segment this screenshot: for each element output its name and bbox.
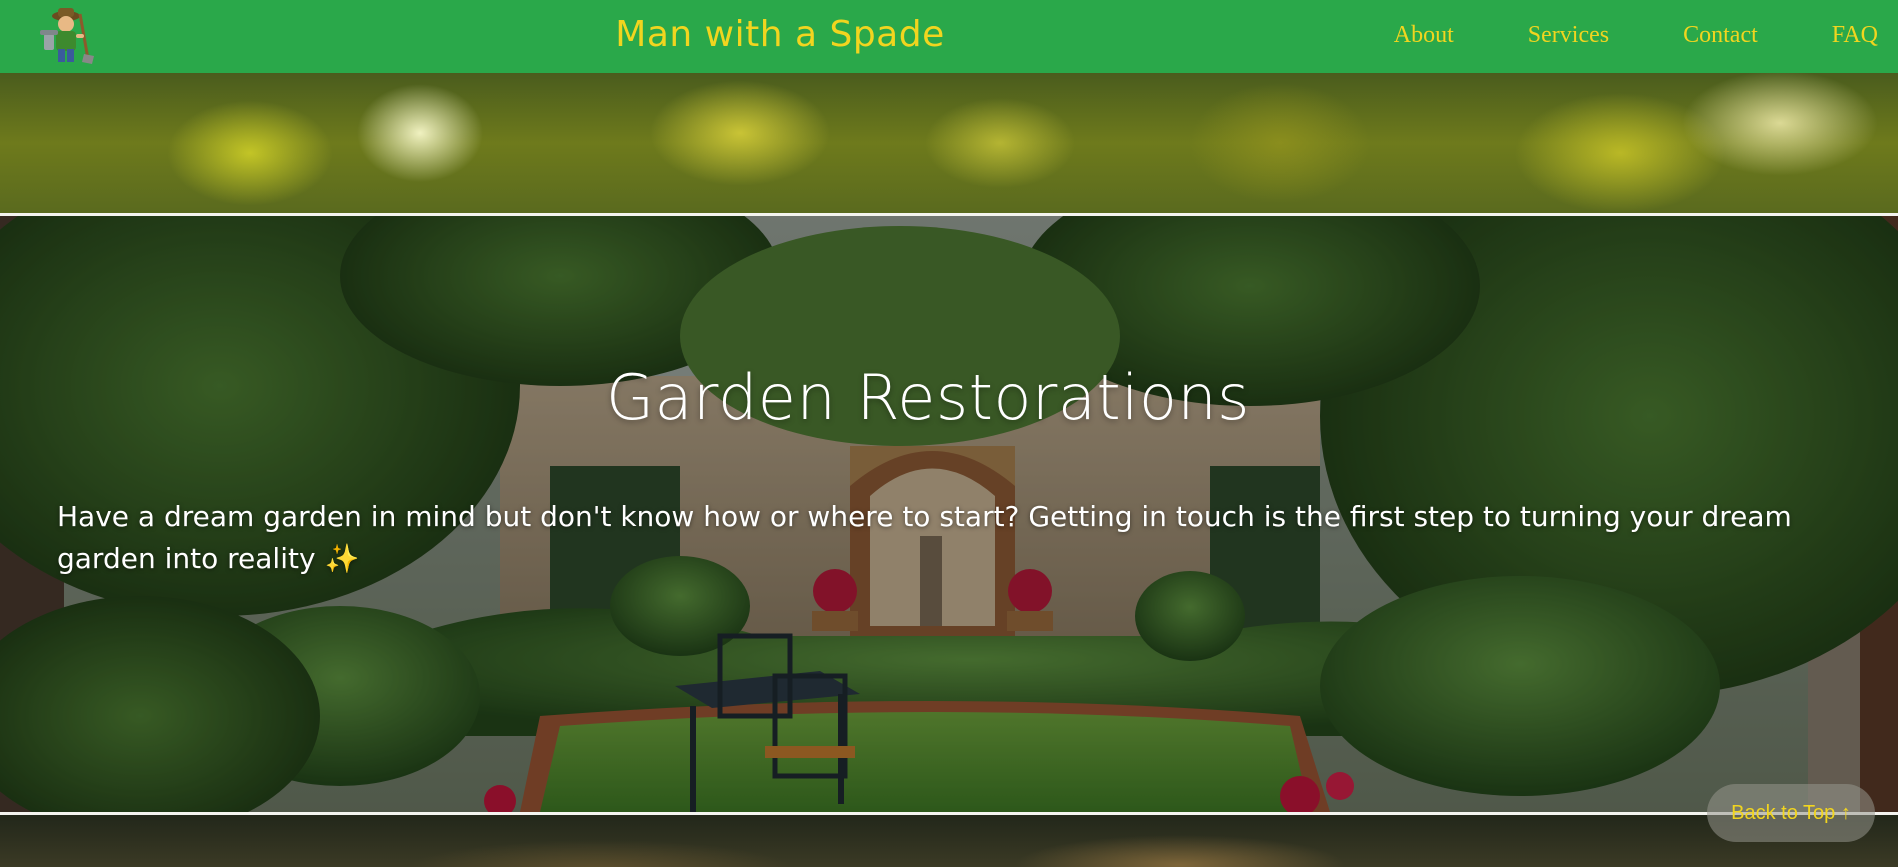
nav-link-about[interactable]: About bbox=[1374, 22, 1474, 49]
back-to-top-button[interactable]: Back to Top ↑ bbox=[1707, 784, 1875, 842]
divider-bottom bbox=[0, 812, 1898, 815]
hero-description-text: Have a dream garden in mind but don't kn… bbox=[57, 500, 1792, 575]
next-section-preview bbox=[0, 815, 1898, 867]
hero-title: Garden Restorations bbox=[606, 361, 1250, 434]
site-title[interactable]: Man with a Spade bbox=[0, 0, 1560, 70]
hero-description: Have a dream garden in mind but don't kn… bbox=[57, 496, 1877, 580]
nav-link-faq[interactable]: FAQ bbox=[1812, 22, 1898, 49]
nav-link-services[interactable]: Services bbox=[1508, 22, 1629, 49]
main-nav: About Services Contact FAQ bbox=[1340, 0, 1898, 70]
blurred-foliage-banner bbox=[0, 73, 1898, 213]
hero-garden-restorations: Garden Restorations Have a dream garden … bbox=[0, 216, 1898, 812]
sparkles-icon: ✨ bbox=[324, 542, 360, 575]
divider-top bbox=[0, 213, 1898, 216]
nav-link-contact[interactable]: Contact bbox=[1663, 22, 1778, 49]
site-header: Man with a Spade About Services Contact … bbox=[0, 0, 1898, 73]
page: Man with a Spade About Services Contact … bbox=[0, 0, 1898, 867]
